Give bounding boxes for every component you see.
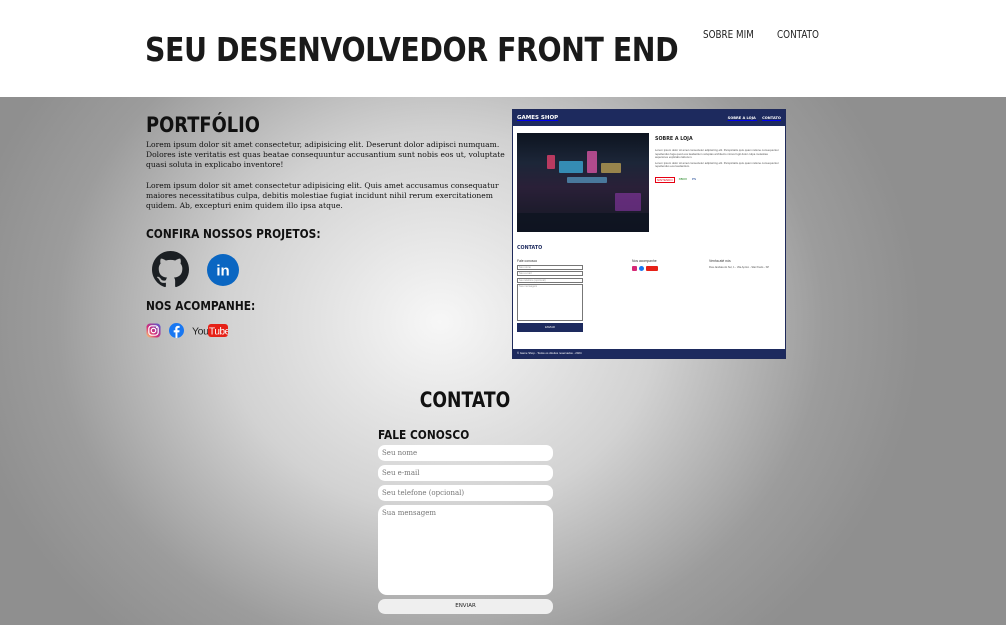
portfolio-title: PORTFÓLIO	[146, 113, 260, 137]
portfolio-paragraph: Lorem ipsum dolor sit amet consectetur, …	[146, 140, 505, 170]
linkedin-icon[interactable]: in	[207, 253, 239, 291]
instagram-icon[interactable]	[146, 323, 161, 343]
facebook-icon[interactable]	[169, 323, 184, 343]
nintendo-badge: NINTENDO	[655, 177, 675, 183]
svg-text:You: You	[192, 326, 209, 338]
preview-form-column: Fale conosco Seu nome Seu e-mail Seu tel…	[517, 259, 583, 332]
preview-address-column: Venha até nós Rua Jandaia do Sul, 1 - Vi…	[709, 259, 785, 269]
preview-footer: © Game Shop - Todos os direitos reservad…	[513, 349, 785, 358]
preview-about-text: Lorem ipsum dolor sit amet consectetur a…	[655, 148, 781, 169]
xbox-badge: XBOX	[678, 177, 688, 181]
svg-text:in: in	[216, 262, 229, 279]
message-field[interactable]	[378, 505, 553, 595]
github-icon[interactable]	[152, 251, 189, 293]
youtube-icon	[646, 266, 658, 271]
playstation-badge: PS	[692, 177, 697, 181]
social-links: You Tube	[146, 323, 231, 343]
follow-title: NOS ACOMPANHE:	[146, 298, 256, 313]
project-links: in	[152, 251, 239, 293]
youtube-icon[interactable]: You Tube	[192, 323, 231, 343]
preview-field: Sua mensagem	[517, 284, 583, 321]
phone-field[interactable]	[378, 485, 553, 501]
facebook-icon	[639, 266, 644, 271]
preview-console-badges: NINTENDO XBOX PS	[655, 177, 697, 183]
send-button[interactable]: ENVIAR	[378, 599, 553, 614]
preview-about-paragraph: Lorem ipsum dolor sit amet consectetur a…	[655, 160, 779, 169]
preview-brand: GAMES SHOP	[517, 115, 559, 121]
preview-street-photo	[517, 133, 649, 232]
instagram-icon	[632, 266, 637, 271]
preview-form-title: Fale conosco	[517, 259, 538, 263]
preview-field: Seu telefone (opcional)	[517, 277, 583, 283]
preview-nav-item: CONTATO	[762, 116, 781, 120]
preview-send-button: ENVIAR	[517, 323, 583, 332]
top-nav: SOBRE MIM CONTATO	[703, 28, 829, 41]
site-title: SEU DESENVOLVEDOR FRONT END	[145, 30, 679, 69]
preview-address-title: Venha até nós	[709, 259, 731, 263]
preview-contact-title: CONTATO	[517, 246, 543, 251]
preview-field: Seu nome	[517, 264, 583, 270]
preview-address: Rua Jandaia do Sul, 1 - Vila Aprico - Sã…	[709, 266, 770, 269]
preview-nav: SOBRE A LOJA CONTATO	[723, 116, 781, 120]
projects-title: CONFIRA NOSSOS PROJETOS:	[146, 226, 321, 241]
site-header: SEU DESENVOLVEDOR FRONT END SOBRE MIM CO…	[0, 0, 1006, 97]
preview-social-column: Nos acompanhe	[632, 259, 658, 271]
name-field[interactable]	[378, 445, 553, 461]
project-preview-games-shop[interactable]: GAMES SHOP SOBRE A LOJA CONTATO SOBRE A …	[512, 109, 786, 359]
main-content: PORTFÓLIO Lorem ipsum dolor sit amet con…	[0, 97, 1006, 625]
svg-text:Tube: Tube	[209, 326, 228, 337]
preview-nav-item: SOBRE A LOJA	[727, 116, 756, 120]
portfolio-paragraph: Lorem ipsum dolor sit amet consectetur a…	[146, 180, 499, 211]
contact-form-title: FALE CONOSCO	[378, 427, 470, 442]
portfolio-section: PORTFÓLIO Lorem ipsum dolor sit amet con…	[146, 113, 506, 211]
nav-link-sobre-mim[interactable]: SOBRE MIM	[703, 28, 754, 41]
preview-field: Seu e-mail	[517, 271, 583, 276]
preview-about-paragraph: Lorem ipsum dolor sit amet consectetur a…	[655, 148, 779, 160]
preview-social-title: Nos acompanhe	[632, 259, 657, 263]
preview-social-icons	[632, 266, 658, 271]
contact-title: CONTATO	[419, 388, 511, 412]
preview-header: GAMES SHOP SOBRE A LOJA CONTATO	[513, 110, 785, 126]
preview-about-title: SOBRE A LOJA	[655, 137, 693, 142]
email-field[interactable]	[378, 465, 553, 481]
nav-link-contato[interactable]: CONTATO	[777, 28, 819, 41]
